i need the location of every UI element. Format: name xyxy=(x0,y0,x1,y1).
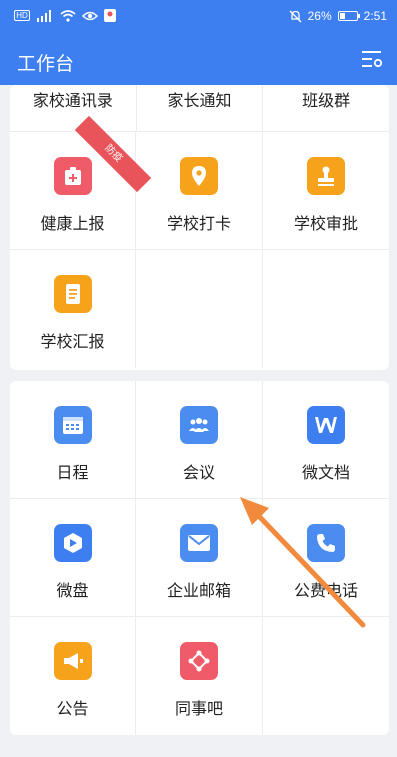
eye-icon xyxy=(82,11,98,20)
word-doc-icon xyxy=(307,406,345,444)
wifi-icon xyxy=(60,9,76,22)
signal-icon xyxy=(37,9,51,22)
tile-label: 学校打卡 xyxy=(166,216,231,233)
bell-off-icon xyxy=(289,10,302,22)
parent-notice-item[interactable]: 家长通知 xyxy=(137,85,264,131)
tile-label: 微文档 xyxy=(301,465,350,482)
manage-settings-icon[interactable] xyxy=(361,49,383,69)
meeting-tile[interactable]: 会议 xyxy=(136,381,263,499)
school-contacts-row: 家校通讯录 家长通知 班级群 xyxy=(10,85,389,132)
stamp-icon xyxy=(307,157,345,195)
announcement-tile[interactable]: 公告 xyxy=(10,617,136,735)
page-title: 工作台 xyxy=(17,54,75,75)
tile-label: 学校审批 xyxy=(293,216,358,233)
tile-label: 同事吧 xyxy=(174,701,223,718)
home-school-contacts-item[interactable]: 家校通讯录 xyxy=(10,85,137,131)
office-apps-card: 日程 会议 微文档 微盘 企业邮箱 公费电话 公告 同事吧 xyxy=(10,381,389,735)
tile-label: 企业邮箱 xyxy=(166,583,231,600)
status-right-icons: 26% 2:51 xyxy=(289,9,387,23)
cloud-disk-icon xyxy=(53,524,92,562)
report-doc-icon xyxy=(53,275,92,313)
app-header: 工作台 xyxy=(0,35,397,85)
empty-tile xyxy=(263,250,389,368)
sim-icon: HD xyxy=(14,10,30,21)
colleague-network-icon xyxy=(180,642,218,680)
school-report-tile[interactable]: 学校汇报 xyxy=(10,250,136,368)
school-approval-tile[interactable]: 学校审批 xyxy=(263,132,389,250)
tile-label: 公费电话 xyxy=(293,583,358,600)
calendar-icon xyxy=(53,406,92,444)
status-left-icons: HD xyxy=(14,9,116,22)
empty-tile xyxy=(136,250,263,368)
school-checkin-tile[interactable]: 学校打卡 xyxy=(136,132,263,250)
phone-icon xyxy=(307,524,345,562)
tile-label: 健康上报 xyxy=(40,216,105,233)
map-pin-icon xyxy=(104,9,116,22)
battery-icon xyxy=(337,11,360,21)
micro-disk-tile[interactable]: 微盘 xyxy=(10,499,136,617)
tile-label: 日程 xyxy=(56,465,89,482)
clock-time: 2:51 xyxy=(363,9,387,23)
class-group-item[interactable]: 班级群 xyxy=(263,85,389,131)
empty-tile xyxy=(263,617,389,735)
mail-icon xyxy=(180,524,218,562)
location-pin-icon xyxy=(180,157,218,195)
micro-doc-tile[interactable]: 微文档 xyxy=(263,381,389,499)
tile-label: 微盘 xyxy=(56,583,89,600)
megaphone-icon xyxy=(53,642,92,680)
school-apps-card: 家校通讯录 家长通知 班级群 防疫 健康上报 学校打卡 学校审批 学校汇报 xyxy=(10,85,389,370)
office-apps-grid: 日程 会议 微文档 微盘 企业邮箱 公费电话 公告 同事吧 xyxy=(10,381,389,735)
school-apps-grid: 防疫 健康上报 学校打卡 学校审批 学校汇报 xyxy=(10,115,389,368)
enterprise-mail-tile[interactable]: 企业邮箱 xyxy=(136,499,263,617)
battery-percent: 26% xyxy=(307,9,332,23)
colleague-bar-tile[interactable]: 同事吧 xyxy=(136,617,263,735)
health-report-tile[interactable]: 防疫 健康上报 xyxy=(10,115,152,250)
meeting-people-icon xyxy=(180,406,218,444)
tile-label: 学校汇报 xyxy=(40,334,105,351)
tile-label: 会议 xyxy=(182,465,215,482)
medical-kit-icon xyxy=(53,157,92,195)
tile-label: 公告 xyxy=(56,701,89,718)
schedule-tile[interactable]: 日程 xyxy=(10,381,136,499)
public-phone-tile[interactable]: 公费电话 xyxy=(263,499,389,617)
status-bar: HD 26% 2:51 xyxy=(0,0,397,35)
